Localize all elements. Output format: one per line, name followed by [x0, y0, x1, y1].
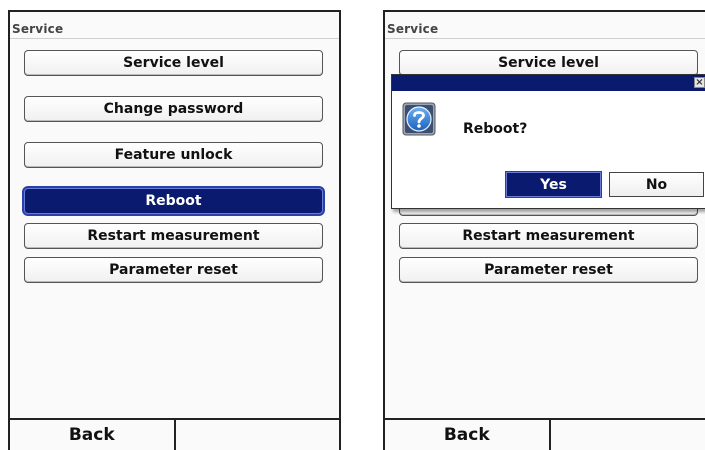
change-password-button[interactable]: Change password — [24, 96, 323, 122]
close-icon[interactable]: × — [694, 77, 705, 88]
feature-unlock-button[interactable]: Feature unlock — [24, 142, 323, 168]
yes-button[interactable]: Yes — [506, 172, 601, 197]
title-divider — [385, 38, 705, 39]
back-softkey[interactable]: Back — [10, 420, 174, 450]
empty-softkey[interactable] — [173, 420, 340, 450]
empty-softkey[interactable] — [548, 420, 705, 450]
screen-title: Service — [12, 22, 64, 36]
service-screen-left: Service Service level Change password Fe… — [8, 10, 341, 450]
no-button[interactable]: No — [609, 172, 704, 197]
restart-measurement-button[interactable]: Restart measurement — [399, 223, 698, 249]
reboot-confirm-dialog: × Reboot? Yes No — [391, 74, 705, 209]
parameter-reset-button[interactable]: Parameter reset — [24, 257, 323, 283]
dialog-titlebar: × — [392, 75, 705, 91]
back-softkey[interactable]: Back — [385, 420, 549, 450]
screen-title: Service — [387, 22, 439, 36]
dialog-message: Reboot? — [463, 121, 528, 137]
title-divider — [10, 38, 339, 39]
restart-measurement-button[interactable]: Restart measurement — [24, 223, 323, 249]
reboot-button[interactable]: Reboot — [24, 188, 323, 214]
service-level-button[interactable]: Service level — [24, 50, 323, 76]
service-screen-right: Service Service level Restart measuremen… — [383, 10, 705, 450]
softkey-bar: Back — [385, 418, 705, 450]
parameter-reset-button[interactable]: Parameter reset — [399, 257, 698, 283]
service-level-button[interactable]: Service level — [399, 50, 698, 76]
question-icon — [402, 102, 436, 136]
softkey-bar: Back — [10, 418, 339, 450]
